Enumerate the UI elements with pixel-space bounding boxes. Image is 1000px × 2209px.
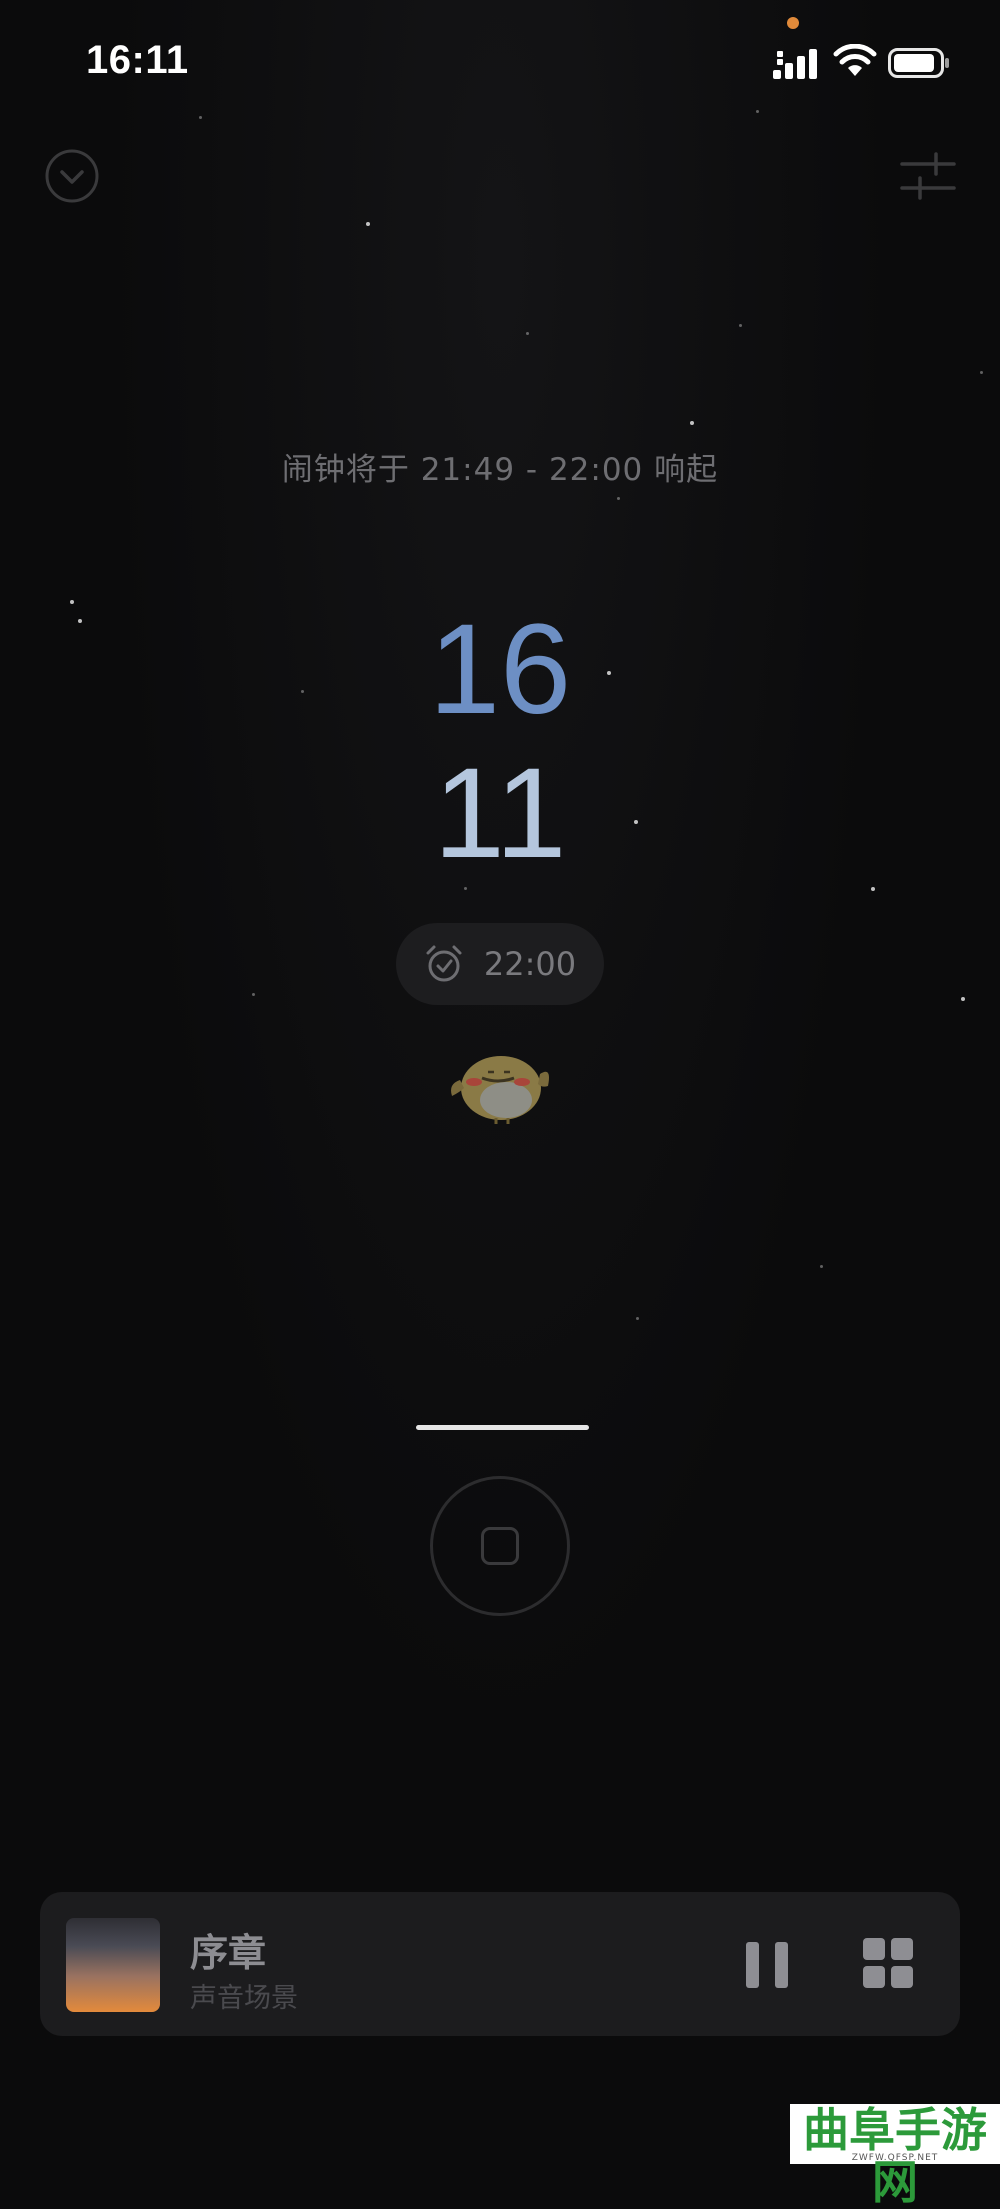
- star: [464, 887, 467, 890]
- track-subtitle: 声音场景: [190, 1983, 298, 2014]
- clock-hours: 16: [428, 598, 572, 741]
- star: [252, 993, 255, 996]
- status-bar: 16:11: [0, 0, 1000, 120]
- sliders-icon: [900, 152, 956, 200]
- alarm-time-pill[interactable]: 22:00: [396, 923, 604, 1005]
- wifi-icon: [833, 44, 877, 76]
- grid-icon: [863, 1938, 885, 1960]
- recording-indicator-dot: [787, 17, 799, 29]
- now-playing-bar[interactable]: 序章 声音场景: [40, 1892, 960, 2036]
- battery-icon: [888, 48, 949, 78]
- grid-icon: [863, 1966, 885, 1988]
- chevron-down-circle-icon: [45, 149, 99, 203]
- status-time: 16:11: [86, 38, 189, 82]
- stop-button[interactable]: [430, 1476, 570, 1616]
- settings-button[interactable]: [900, 150, 956, 202]
- cellular-signal-icon: [773, 49, 817, 79]
- sleeping-bird-mascot: [451, 1056, 549, 1124]
- star: [366, 222, 370, 226]
- star: [617, 497, 620, 500]
- home-indicator: [416, 1425, 589, 1430]
- alarm-pill-time: 22:00: [483, 945, 577, 983]
- pause-icon: [746, 1942, 759, 1988]
- watermark-sub: ZWFW.QFSP.NET: [851, 2153, 939, 2163]
- scene-grid-button[interactable]: [863, 1938, 915, 1990]
- grid-icon: [891, 1938, 913, 1960]
- star: [961, 997, 965, 1001]
- star: [871, 887, 875, 891]
- grid-icon: [891, 1966, 913, 1988]
- watermark: 曲阜手游网 ZWFW.QFSP.NET: [790, 2104, 1000, 2208]
- collapse-button[interactable]: [44, 148, 100, 204]
- star: [526, 332, 529, 335]
- clock-minutes: 11: [433, 742, 567, 885]
- star: [820, 1265, 823, 1268]
- star: [980, 371, 983, 374]
- alarm-window-text: 闹钟将于 21:49 - 22:00 响起: [281, 452, 719, 488]
- star: [636, 1317, 639, 1320]
- stop-icon: [481, 1527, 519, 1565]
- star: [739, 324, 742, 327]
- track-title: 序章: [190, 1931, 267, 1975]
- album-art: [66, 1918, 160, 2012]
- alarm-clock-icon: [426, 945, 462, 982]
- pause-button[interactable]: [744, 1936, 792, 1992]
- star: [690, 421, 694, 425]
- pause-icon: [775, 1942, 788, 1988]
